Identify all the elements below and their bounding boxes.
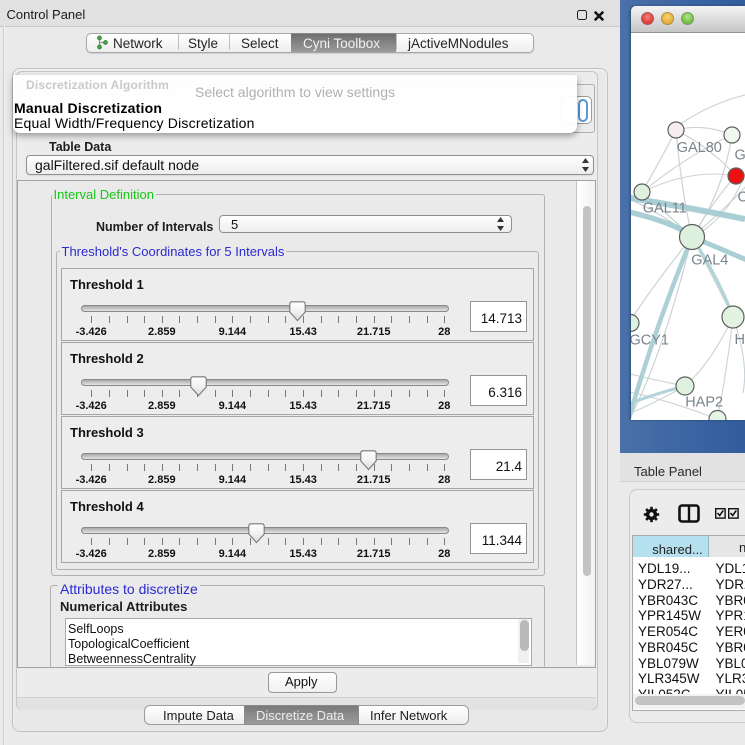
svg-text:GA: GA: [735, 148, 745, 164]
svg-text:H: H: [735, 332, 745, 348]
svg-text:GCY1: GCY1: [631, 333, 669, 349]
svg-text:GAL11: GAL11: [643, 201, 687, 217]
svg-text:GAL4: GAL4: [691, 253, 728, 269]
svg-text:HAP2: HAP2: [685, 395, 723, 411]
svg-text:GAL80: GAL80: [677, 140, 722, 156]
svg-text:C: C: [738, 190, 745, 206]
